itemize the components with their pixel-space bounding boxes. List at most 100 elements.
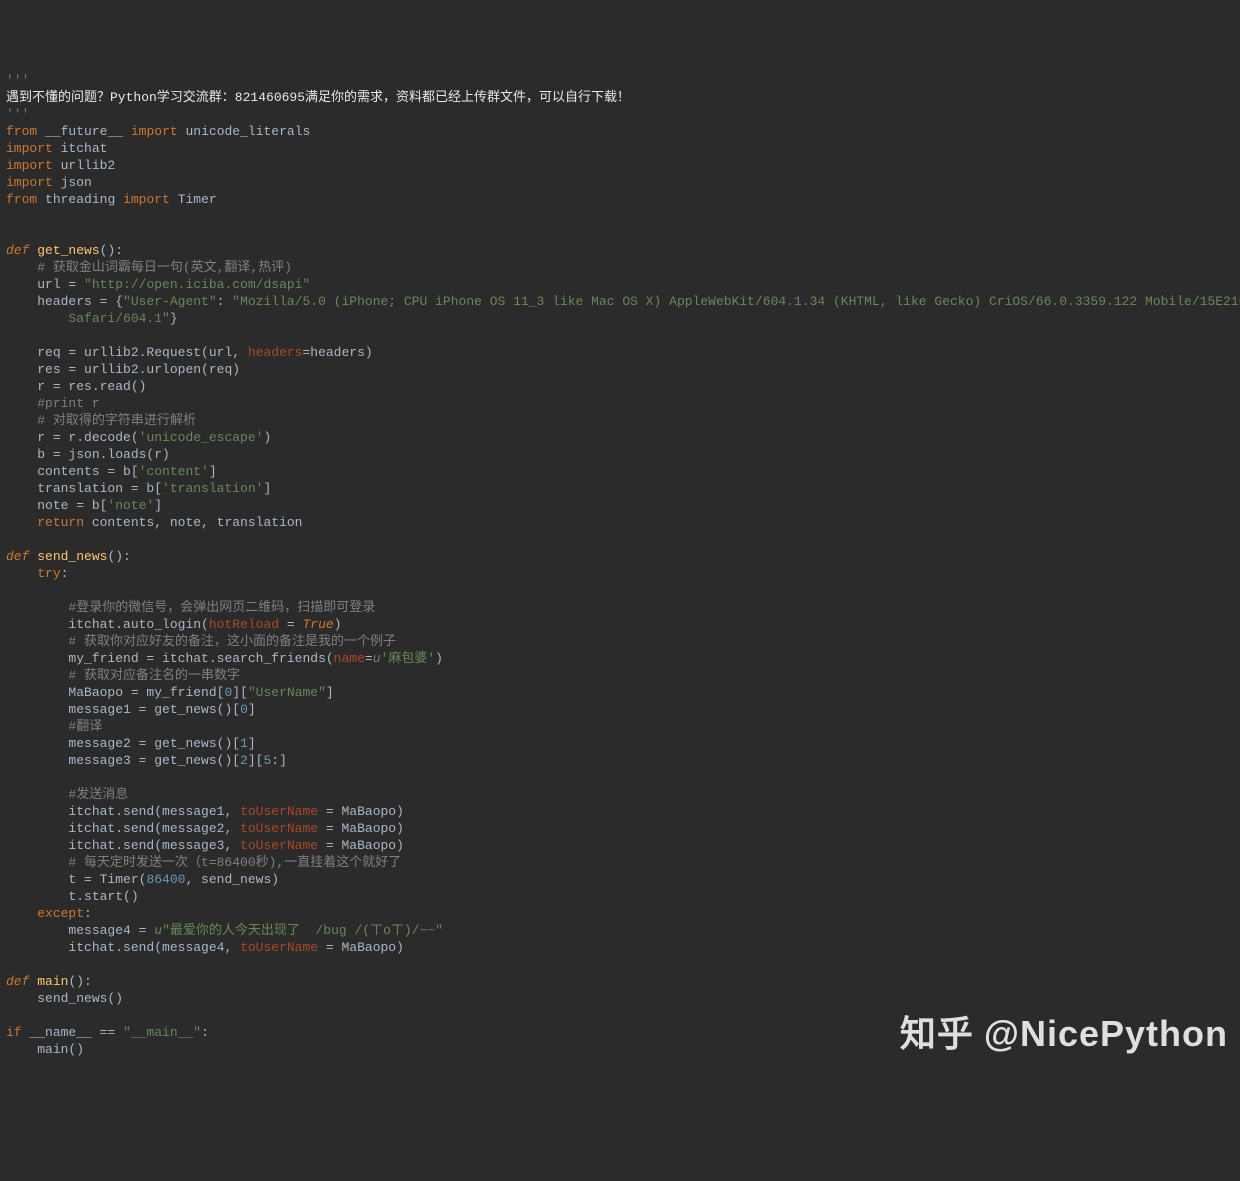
token: send_news() — [37, 991, 123, 1006]
token: message4 = — [68, 923, 154, 938]
token: itchat.send(message3, — [68, 838, 240, 853]
token: message2 = get_news()[ — [68, 736, 240, 751]
token: ] — [209, 464, 217, 479]
token: 'content' — [139, 464, 209, 479]
token: "http://open.iciba.com/dsapi" — [84, 277, 310, 292]
token: ][ — [248, 753, 264, 768]
token: # 每天定时发送一次（t=86400秒),一直挂着这个就好了 — [68, 855, 401, 870]
token: r = r.decode( — [37, 430, 138, 445]
token: ] — [263, 481, 271, 496]
token: : — [84, 906, 92, 921]
token: t = Timer( — [68, 872, 146, 887]
token: : — [61, 566, 69, 581]
code-line: t = Timer(86400, send_news) — [6, 871, 1234, 888]
code-line — [6, 582, 1234, 599]
code-line: # 获取对应备注名的一串数字 — [6, 667, 1234, 684]
code-line — [6, 208, 1234, 225]
code-line: # 获取金山词霸每日一句(英文,翻译,热评) — [6, 259, 1234, 276]
token: ''' — [6, 73, 29, 88]
token: #翻译 — [68, 719, 102, 734]
token: ] — [248, 702, 256, 717]
token: MaBaopo) — [341, 804, 403, 819]
code-line: itchat.send(message4, toUserName = MaBao… — [6, 939, 1234, 956]
token: : — [201, 1025, 209, 1040]
token: ) — [263, 430, 271, 445]
token: 1 — [240, 736, 248, 751]
token: MaBaopo) — [341, 821, 403, 836]
token: ] — [326, 685, 334, 700]
code-line — [6, 327, 1234, 344]
token: itchat.auto_login( — [68, 617, 208, 632]
code-line: send_news() — [6, 990, 1234, 1007]
token: "__main__" — [115, 1025, 201, 1040]
token: contents = b[ — [37, 464, 138, 479]
token: contents, note, translation — [84, 515, 302, 530]
token: import — [6, 141, 53, 156]
token: = — [318, 838, 341, 853]
code-line: t.start() — [6, 888, 1234, 905]
token: itchat — [61, 141, 108, 156]
code-line: message2 = get_news()[1] — [6, 735, 1234, 752]
code-line: message1 = get_news()[0] — [6, 701, 1234, 718]
code-line: ''' — [6, 106, 1234, 123]
token: url = — [37, 277, 84, 292]
token: message1 = get_news()[ — [68, 702, 240, 717]
token: import — [6, 175, 53, 190]
token: urllib2 — [61, 158, 116, 173]
code-line: itchat.send(message3, toUserName = MaBao… — [6, 837, 1234, 854]
token: itchat.send(message2, — [68, 821, 240, 836]
token: 'translation' — [162, 481, 263, 496]
token: def — [6, 549, 29, 564]
token: '麻包婆' — [381, 651, 436, 666]
token: # 获取你对应好友的备注，这小面的备注是我的一个例子 — [68, 634, 396, 649]
code-line: itchat.send(message2, toUserName = MaBao… — [6, 820, 1234, 837]
token: main() — [37, 1042, 84, 1057]
code-line: #print r — [6, 395, 1234, 412]
code-line: note = b['note'] — [6, 497, 1234, 514]
token: 遇到不懂的问题？Python学习交流群：821460695满足你的需求，资料都已… — [6, 90, 630, 105]
code-line: headers = {"User-Agent": "Mozilla/5.0 (i… — [6, 293, 1234, 310]
code-line: # 获取你对应好友的备注，这小面的备注是我的一个例子 — [6, 633, 1234, 650]
token: def — [6, 243, 29, 258]
code-line: b = json.loads(r) — [6, 446, 1234, 463]
token: toUserName — [240, 821, 318, 836]
token: = — [279, 617, 302, 632]
code-line: # 对取得的字符串进行解析 — [6, 412, 1234, 429]
token: req = urllib2.Request(url, — [37, 345, 248, 360]
token: u — [154, 923, 162, 938]
token: MaBaopo) — [341, 838, 403, 853]
code-line: except: — [6, 905, 1234, 922]
token: itchat.send(message1, — [68, 804, 240, 819]
code-line: def get_news(): — [6, 242, 1234, 259]
code-line: itchat.send(message1, toUserName = MaBao… — [6, 803, 1234, 820]
token: except — [37, 906, 84, 921]
token: #print r — [37, 396, 99, 411]
code-line: 遇到不懂的问题？Python学习交流群：821460695满足你的需求，资料都已… — [6, 89, 1234, 106]
token: , send_news) — [185, 872, 279, 887]
token: import — [131, 124, 178, 139]
code-line: ''' — [6, 72, 1234, 89]
token: (): — [68, 974, 91, 989]
code-line: import itchat — [6, 140, 1234, 157]
token: 0 — [240, 702, 248, 717]
code-line: # 每天定时发送一次（t=86400秒),一直挂着这个就好了 — [6, 854, 1234, 871]
token: #登录你的微信号，会弹出网页二维码，扫描即可登录 — [68, 600, 375, 615]
token: return — [37, 515, 84, 530]
token: hotReload — [209, 617, 279, 632]
token: def — [6, 974, 29, 989]
token: True — [302, 617, 333, 632]
code-line: try: — [6, 565, 1234, 582]
token: ] — [248, 736, 256, 751]
token: my_friend = itchat.search_friends( — [68, 651, 333, 666]
token: from — [6, 124, 37, 139]
code-line: message3 = get_news()[2][5:] — [6, 752, 1234, 769]
token: name — [334, 651, 365, 666]
author-handle: @NicePython — [984, 1025, 1228, 1042]
code-line: res = urllib2.urlopen(req) — [6, 361, 1234, 378]
token: #发送消息 — [68, 787, 128, 802]
token: headers = { — [37, 294, 123, 309]
token: ][ — [232, 685, 248, 700]
code-line: url = "http://open.iciba.com/dsapi" — [6, 276, 1234, 293]
code-line: def main(): — [6, 973, 1234, 990]
token: "User-Agent" — [123, 294, 217, 309]
